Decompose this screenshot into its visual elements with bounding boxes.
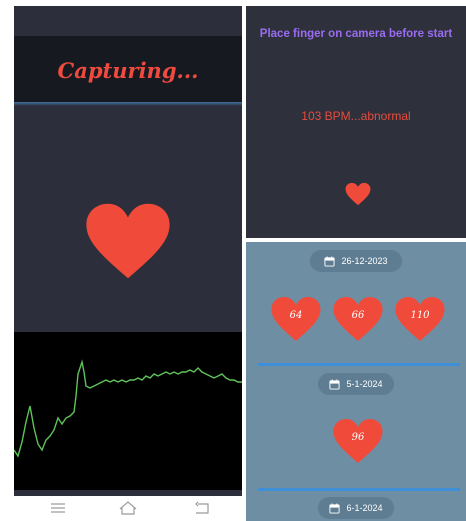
pulse-waveform — [14, 359, 242, 458]
heart-icon — [86, 203, 170, 279]
reading-value: 64 — [289, 310, 303, 321]
back-icon[interactable] — [192, 499, 212, 517]
header-glow-divider — [14, 102, 242, 106]
pulse-graph-panel — [14, 332, 242, 490]
date-label: 26-12-2023 — [341, 256, 388, 266]
date-chip: 5-1-2024 — [318, 373, 394, 395]
instruction-text: Place finger on camera before start — [259, 28, 453, 40]
reading-heart[interactable]: 64 — [270, 296, 322, 342]
date-label: 6-1-2024 — [346, 503, 383, 513]
calendar-icon — [324, 255, 336, 267]
reading-heart[interactable]: 110 — [394, 296, 446, 342]
navigation-bar — [14, 496, 242, 521]
reading-value: 110 — [410, 310, 430, 321]
heart-icon[interactable] — [345, 182, 371, 206]
history-divider — [258, 363, 460, 366]
history-divider — [258, 488, 460, 491]
measure-screen: Place finger on camera before start 103 … — [246, 6, 466, 238]
home-icon[interactable] — [118, 499, 138, 517]
date-label: 5-1-2024 — [346, 379, 383, 389]
history-screen: 26-12-2023 64 66 110 5-1-2024 96 6-1-202… — [246, 242, 466, 521]
date-chip: 26-12-2023 — [310, 250, 402, 272]
status-bar — [14, 6, 242, 36]
reading-value: 66 — [351, 310, 365, 321]
menu-icon[interactable] — [48, 499, 68, 517]
capture-status-text: Capturing... — [57, 58, 199, 83]
reading-heart[interactable]: 66 — [332, 296, 384, 342]
reading-value: 96 — [351, 432, 365, 443]
calendar-icon — [329, 502, 341, 514]
bpm-result-text: 103 BPM...abnormal — [301, 109, 411, 123]
reading-heart[interactable]: 96 — [332, 418, 384, 464]
capture-screen: Capturing... — [14, 6, 242, 496]
calendar-icon — [329, 378, 341, 390]
date-chip: 6-1-2024 — [318, 497, 394, 519]
